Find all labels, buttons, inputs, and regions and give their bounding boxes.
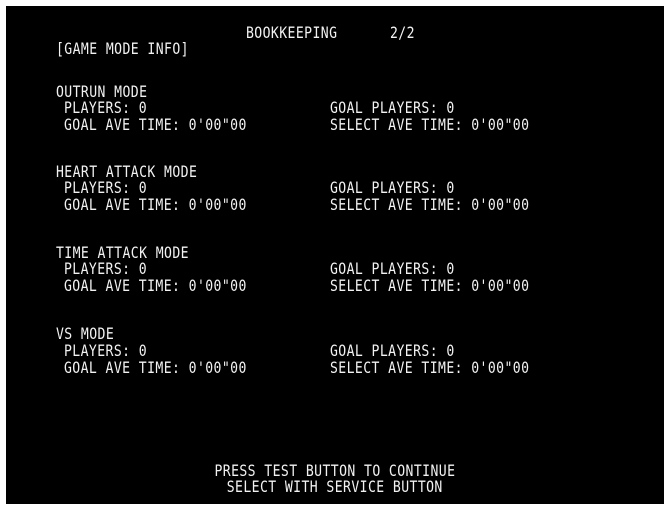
bookkeeping-screen: BOOKKEEPING 2/2 [GAME MODE INFO] OUTRUN … xyxy=(6,6,664,504)
goal-ave-time: GOAL AVE TIME: 0'00"00 xyxy=(64,195,247,214)
section-heading: [GAME MODE INFO] xyxy=(56,39,189,58)
goal-ave-time: GOAL AVE TIME: 0'00"00 xyxy=(64,115,247,134)
goal-ave-time: GOAL AVE TIME: 0'00"00 xyxy=(64,276,247,295)
select-ave-time: SELECT AVE TIME: 0'00"00 xyxy=(330,195,530,214)
select-ave-time: SELECT AVE TIME: 0'00"00 xyxy=(330,276,530,295)
footer-instruction-select: SELECT WITH SERVICE BUTTON xyxy=(6,478,664,496)
page-title: BOOKKEEPING xyxy=(246,23,338,42)
select-ave-time: SELECT AVE TIME: 0'00"00 xyxy=(330,115,530,134)
page-number: 2/2 xyxy=(390,23,415,42)
goal-ave-time: GOAL AVE TIME: 0'00"00 xyxy=(64,358,247,377)
footer-line-2: SELECT WITH SERVICE BUTTON xyxy=(226,477,444,496)
select-ave-time: SELECT AVE TIME: 0'00"00 xyxy=(330,358,530,377)
